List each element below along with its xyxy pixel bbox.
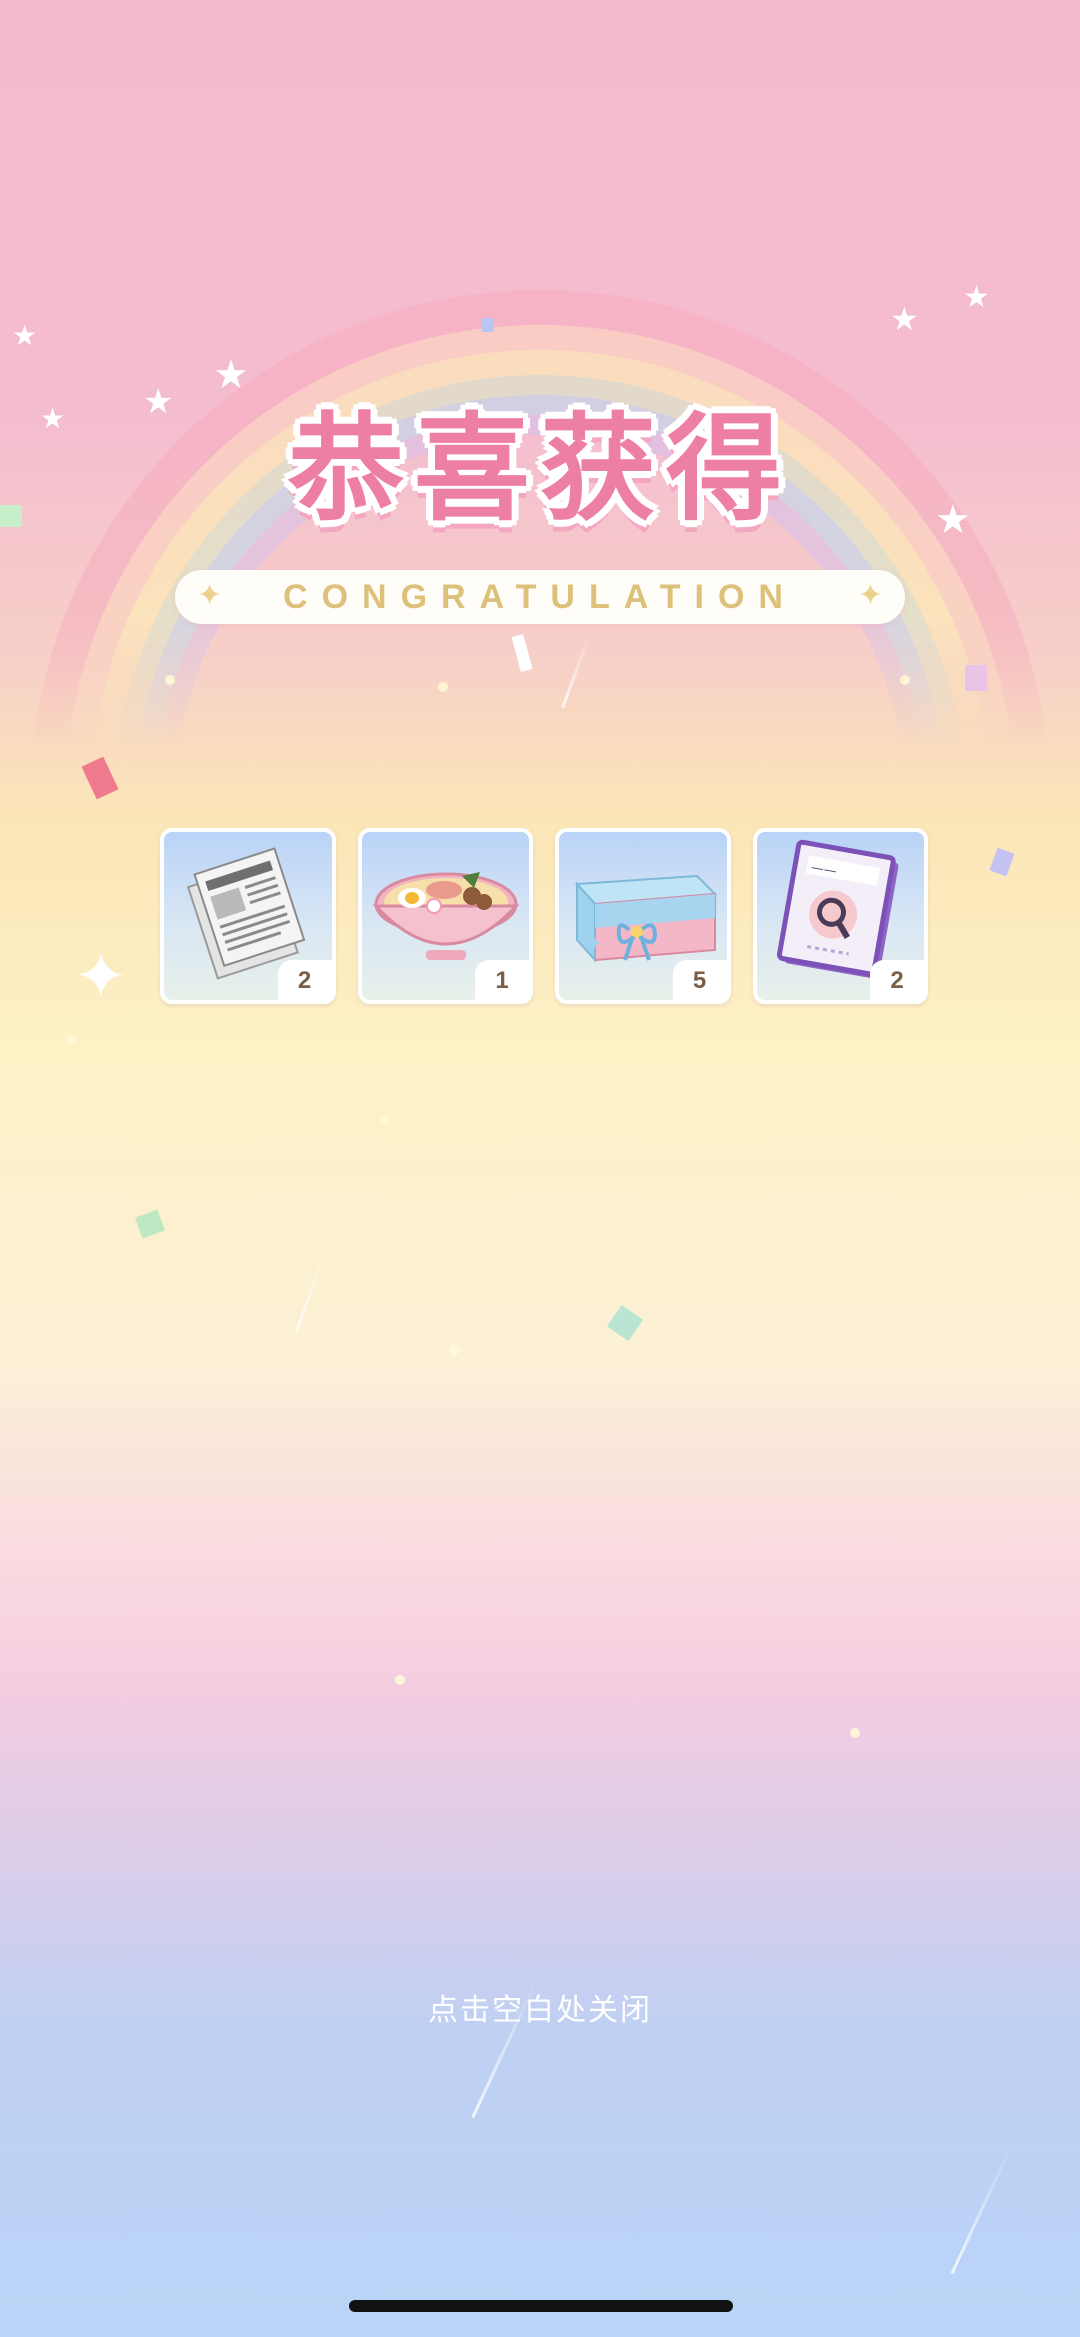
reward-item-detective-book[interactable]: —— 2 [752,828,928,1004]
glow-dot [165,675,175,685]
confetti [965,665,987,691]
light-streak [294,1247,329,1333]
svg-text:✦: ✦ [587,934,602,955]
subtitle-text: CONGRATULATION [283,577,797,616]
star-icon: ★ [890,300,919,338]
glow-dot [66,1035,76,1045]
quantity-badge: 1 [475,960,529,1000]
subtitle-banner: ✦ CONGRATULATION ✦ [175,570,905,624]
glow-dot [380,1115,390,1125]
star-icon: ★ [12,319,38,352]
glow-dot [850,1728,860,1738]
sparkle-icon: ✦ [74,940,128,1014]
reward-list: 2 1 ✦ 5 —— 2 [160,828,928,1004]
quantity-badge: 5 [672,960,727,1000]
glow-dot [450,1345,460,1355]
confetti [482,318,494,332]
sparkle-icon: ✦ [197,578,223,613]
reward-item-ramen[interactable]: 1 [357,828,533,1004]
glow-dot [438,682,448,692]
page-title: 恭喜获得 [288,402,792,537]
star-icon: ★ [963,280,990,315]
home-indicator[interactable] [349,2300,733,2312]
sparkle-icon: ✦ [857,578,883,613]
reward-item-gift-box[interactable]: ✦ 5 [555,828,731,1004]
glow-dot [395,1675,405,1685]
quantity-badge: 2 [277,960,332,1000]
reward-item-newspaper[interactable]: 2 [160,828,336,1004]
glow-dot [900,675,910,685]
confetti [134,1209,166,1239]
light-streak [950,2145,1013,2275]
close-hint[interactable]: 点击空白处关闭 [0,1985,1080,2029]
quantity-badge: 2 [870,960,924,1000]
confetti [606,1304,644,1342]
